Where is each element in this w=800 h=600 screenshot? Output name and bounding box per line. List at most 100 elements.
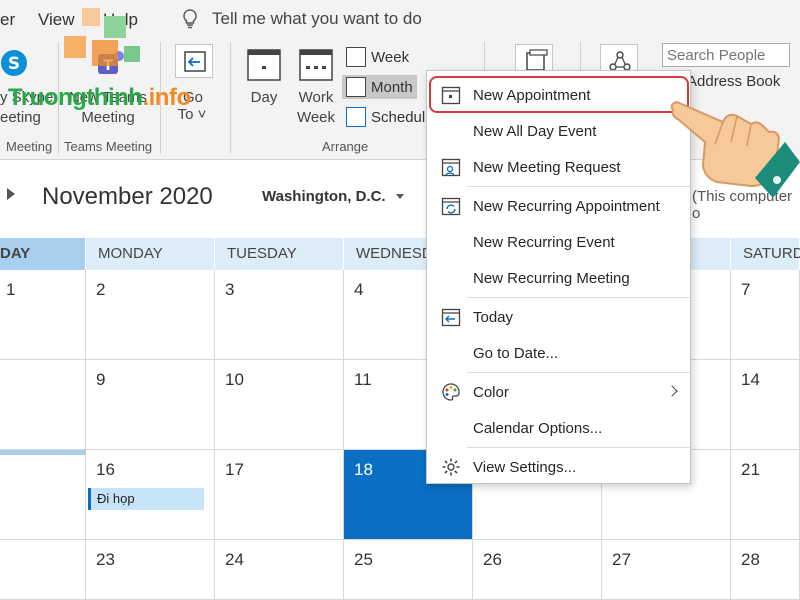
ribbon-divider	[230, 42, 231, 154]
nav-forward-arrow-icon[interactable]	[7, 188, 15, 200]
work-week-icon[interactable]	[298, 48, 334, 87]
month-view-button[interactable]: Month	[342, 75, 417, 99]
location-dropdown-icon[interactable]	[396, 194, 404, 199]
calendar-event[interactable]: Đi họp	[88, 488, 204, 510]
day-cell-tuesday[interactable]: 17	[215, 450, 344, 540]
day-number: 14	[741, 370, 760, 389]
menu-label: New Recurring Appointment	[473, 198, 660, 215]
color-palette-icon	[442, 383, 460, 401]
day-view-label[interactable]: Day	[246, 88, 282, 108]
day-cell-saturday[interactable]: 21	[731, 450, 800, 540]
day-cell-tuesday[interactable]: 3	[215, 270, 344, 360]
day-cell-sunday[interactable]	[0, 540, 86, 600]
menu-folder[interactable]: er	[0, 10, 15, 30]
day-cell-monday[interactable]: 9	[86, 360, 215, 450]
day-cell-thursday[interactable]: 26	[473, 540, 602, 600]
menu-color[interactable]: Color	[427, 375, 690, 409]
menu-go-to-date[interactable]: Go to Date...	[427, 336, 690, 370]
meeting-request-icon	[441, 158, 461, 177]
schedule-label: Schedule	[371, 108, 434, 126]
day-header-monday: MONDAY	[86, 238, 215, 270]
month-label: Month	[371, 78, 413, 96]
day-cell-friday[interactable]: 27	[602, 540, 731, 600]
week-label: Week	[371, 48, 410, 66]
day-number: 26	[483, 550, 502, 569]
day-number: 4	[354, 280, 364, 299]
menu-new-recurring-appointment[interactable]: New Recurring Appointment	[427, 189, 690, 223]
day-view-icon[interactable]	[246, 48, 282, 87]
menu-today[interactable]: Today	[427, 300, 690, 334]
week-icon	[346, 47, 366, 67]
day-cell-tuesday[interactable]: 10	[215, 360, 344, 450]
work-week-label-1: Work	[298, 89, 334, 106]
day-number: 7	[741, 280, 751, 299]
day-number: 1	[6, 280, 16, 299]
menu-new-recurring-meeting[interactable]: New Recurring Meeting	[427, 261, 690, 295]
recurring-icon	[441, 197, 461, 216]
day-cell-tuesday[interactable]: 24	[215, 540, 344, 600]
go-to-button[interactable]	[175, 44, 213, 78]
context-menu: New Appointment New All Day Event New Me…	[426, 70, 691, 484]
menu-divider	[467, 186, 690, 187]
schedule-icon	[346, 107, 366, 127]
watermark-logo	[62, 6, 152, 89]
skype-icon[interactable]: S	[0, 46, 30, 85]
menu-label: View Settings...	[473, 459, 577, 476]
day-cell-wednesday[interactable]: 25	[344, 540, 473, 600]
menu-calendar-options[interactable]: Calendar Options...	[427, 411, 690, 445]
menu-divider	[467, 297, 690, 298]
day-number: 16	[96, 460, 115, 479]
month-icon	[346, 77, 366, 97]
watermark-brand-ext: .info	[142, 84, 191, 111]
today-icon	[441, 308, 461, 327]
day-number: 24	[225, 550, 244, 569]
menu-label: Today	[473, 309, 514, 326]
day-cell-monday[interactable]: 2	[86, 270, 215, 360]
day-cell-sunday[interactable]	[0, 450, 86, 540]
work-week-label-2: Week	[296, 109, 336, 126]
gear-icon	[442, 458, 460, 476]
weather-location[interactable]: Washington, D.C.	[262, 188, 386, 205]
day-cell-saturday[interactable]: 14	[731, 360, 800, 450]
day-number: 23	[96, 550, 115, 569]
event-strip	[0, 450, 86, 455]
menu-label: New Meeting Request	[473, 159, 621, 176]
watermark-text: Truongthinh.info	[8, 84, 191, 112]
day-number: 10	[225, 370, 244, 389]
menu-new-meeting-request[interactable]: New Meeting Request	[427, 150, 690, 184]
menu-divider	[467, 372, 690, 373]
day-cell-sunday[interactable]	[0, 360, 86, 450]
svg-text:S: S	[8, 54, 20, 74]
day-number: 3	[225, 280, 235, 299]
day-cell-sunday[interactable]: 1	[0, 270, 86, 360]
day-header-tuesday: TUESDAY	[215, 238, 344, 270]
day-number: 25	[354, 550, 373, 569]
lightbulb-icon	[183, 9, 197, 29]
tell-me-search[interactable]: Tell me what you want to do	[180, 8, 422, 30]
day-number: 28	[741, 550, 760, 569]
day-number: 11	[354, 370, 372, 389]
menu-divider	[467, 447, 690, 448]
menu-label: Go to Date...	[473, 345, 559, 362]
menu-view-settings[interactable]: View Settings...	[427, 450, 690, 484]
day-number: 9	[96, 370, 106, 389]
day-cell-monday[interactable]: 23	[86, 540, 215, 600]
menu-new-recurring-event[interactable]: New Recurring Event	[427, 225, 690, 259]
watermark-brand-main: Truongthinh	[8, 84, 143, 111]
menu-label: New Recurring Event	[473, 234, 615, 251]
search-people-input[interactable]	[662, 43, 790, 67]
day-cell-saturday[interactable]: 28	[731, 540, 800, 600]
go-to-icon	[184, 51, 206, 72]
menu-new-all-day-event[interactable]: New All Day Event	[427, 114, 690, 148]
day-number: 2	[96, 280, 106, 299]
month-title: November 2020	[42, 183, 213, 210]
day-number: 27	[612, 550, 631, 569]
week-view-button[interactable]: Week	[346, 47, 409, 67]
day-cell-saturday[interactable]: 7	[731, 270, 800, 360]
day-header-sunday: DAY	[0, 238, 86, 270]
group-label-arrange: Arrange	[322, 139, 369, 154]
schedule-view-button[interactable]: Schedule	[346, 107, 434, 127]
day-number: 21	[741, 460, 760, 479]
menu-label: Calendar Options...	[473, 420, 603, 437]
day-header-saturday: SATURD	[731, 238, 800, 270]
